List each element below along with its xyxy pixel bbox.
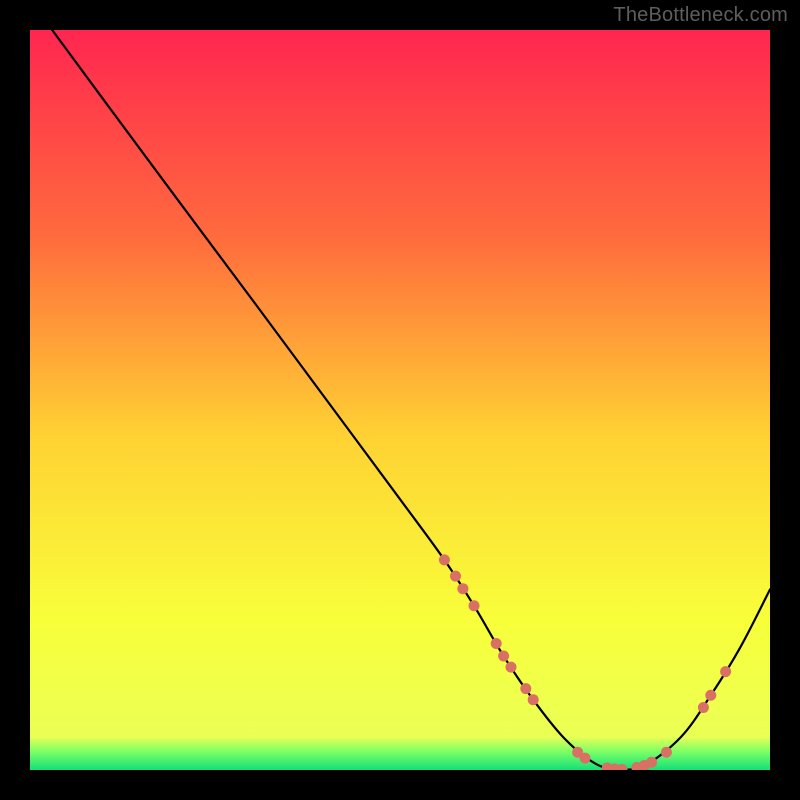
accent-dot xyxy=(698,702,709,713)
accent-dot xyxy=(506,662,517,673)
accent-dot xyxy=(469,600,480,611)
accent-dot xyxy=(646,757,657,768)
accent-dot xyxy=(520,683,531,694)
accent-dot xyxy=(661,747,672,758)
accent-dot xyxy=(528,694,539,705)
accent-dot xyxy=(450,571,461,582)
accent-dot xyxy=(439,554,450,565)
bottleneck-chart xyxy=(0,0,800,800)
accent-dot xyxy=(617,764,628,775)
gradient-background xyxy=(30,30,770,770)
accent-dot xyxy=(580,753,591,764)
watermark-label: TheBottleneck.com xyxy=(613,4,788,27)
accent-dot xyxy=(498,651,509,662)
accent-dot xyxy=(491,638,502,649)
accent-dot xyxy=(705,690,716,701)
accent-dot xyxy=(457,583,468,594)
accent-dot xyxy=(720,666,731,677)
chart-container: TheBottleneck.com xyxy=(0,0,800,800)
